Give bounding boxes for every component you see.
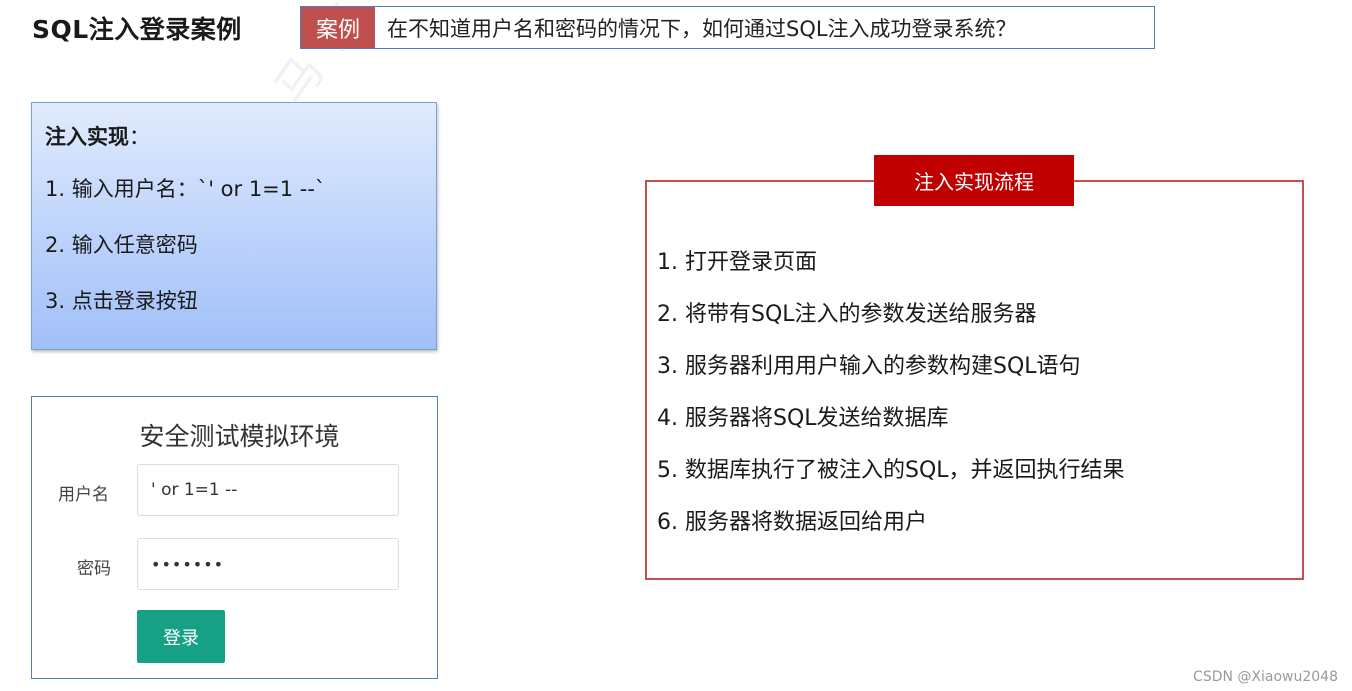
injection-step-3: 3. 点击登录按钮 xyxy=(45,289,198,313)
flow-step-5: 5. 数据库执行了被注入的SQL，并返回执行结果 xyxy=(657,458,1125,483)
case-banner: 案例 在不知道用户名和密码的情况下，如何通过SQL注入成功登录系统？ xyxy=(300,6,1155,49)
case-question: 在不知道用户名和密码的情况下，如何通过SQL注入成功登录系统？ xyxy=(387,16,1017,41)
injection-instructions: 注入实现： 1. 输入用户名：`' or 1=1 --` 2. 输入任意密码 3… xyxy=(31,102,437,350)
injection-title: 注入实现： xyxy=(45,125,150,149)
injection-step-1: 1. 输入用户名：`' or 1=1 --` xyxy=(45,177,326,201)
flow-step-6: 6. 服务器将数据返回给用户 xyxy=(657,510,927,535)
footer-credit: CSDN @Xiaowu2048 xyxy=(1193,669,1338,685)
username-label: 用户名 xyxy=(58,485,109,505)
injection-step-2: 2. 输入任意密码 xyxy=(45,233,198,257)
login-button[interactable]: 登录 xyxy=(137,610,225,663)
flow-step-4: 4. 服务器将SQL发送给数据库 xyxy=(657,406,949,431)
login-title: 安全测试模拟环境 xyxy=(139,422,340,451)
username-input[interactable]: ' or 1=1 -- xyxy=(137,464,399,516)
flow-header: 注入实现流程 xyxy=(874,155,1074,206)
injection-steps: 1. 输入用户名：`' or 1=1 --` 2. 输入任意密码 3. 点击登录… xyxy=(45,173,436,315)
flow-steps: 1. 打开登录页面 2. 将带有SQL注入的参数发送给服务器 3. 服务器利用用… xyxy=(657,250,1125,536)
flow-step-2: 2. 将带有SQL注入的参数发送给服务器 xyxy=(657,302,1037,327)
login-panel: 安全测试模拟环境 用户名 ' or 1=1 -- 密码 ••••••• 登录 xyxy=(31,396,438,679)
flow-step-1: 1. 打开登录页面 xyxy=(657,250,817,275)
page-title: SQL注入登录案例 xyxy=(32,15,242,44)
flow-step-3: 3. 服务器利用用户输入的参数构建SQL语句 xyxy=(657,354,1081,379)
password-input[interactable]: ••••••• xyxy=(137,538,399,590)
password-label: 密码 xyxy=(77,559,111,579)
case-tag: 案例 xyxy=(301,7,375,48)
